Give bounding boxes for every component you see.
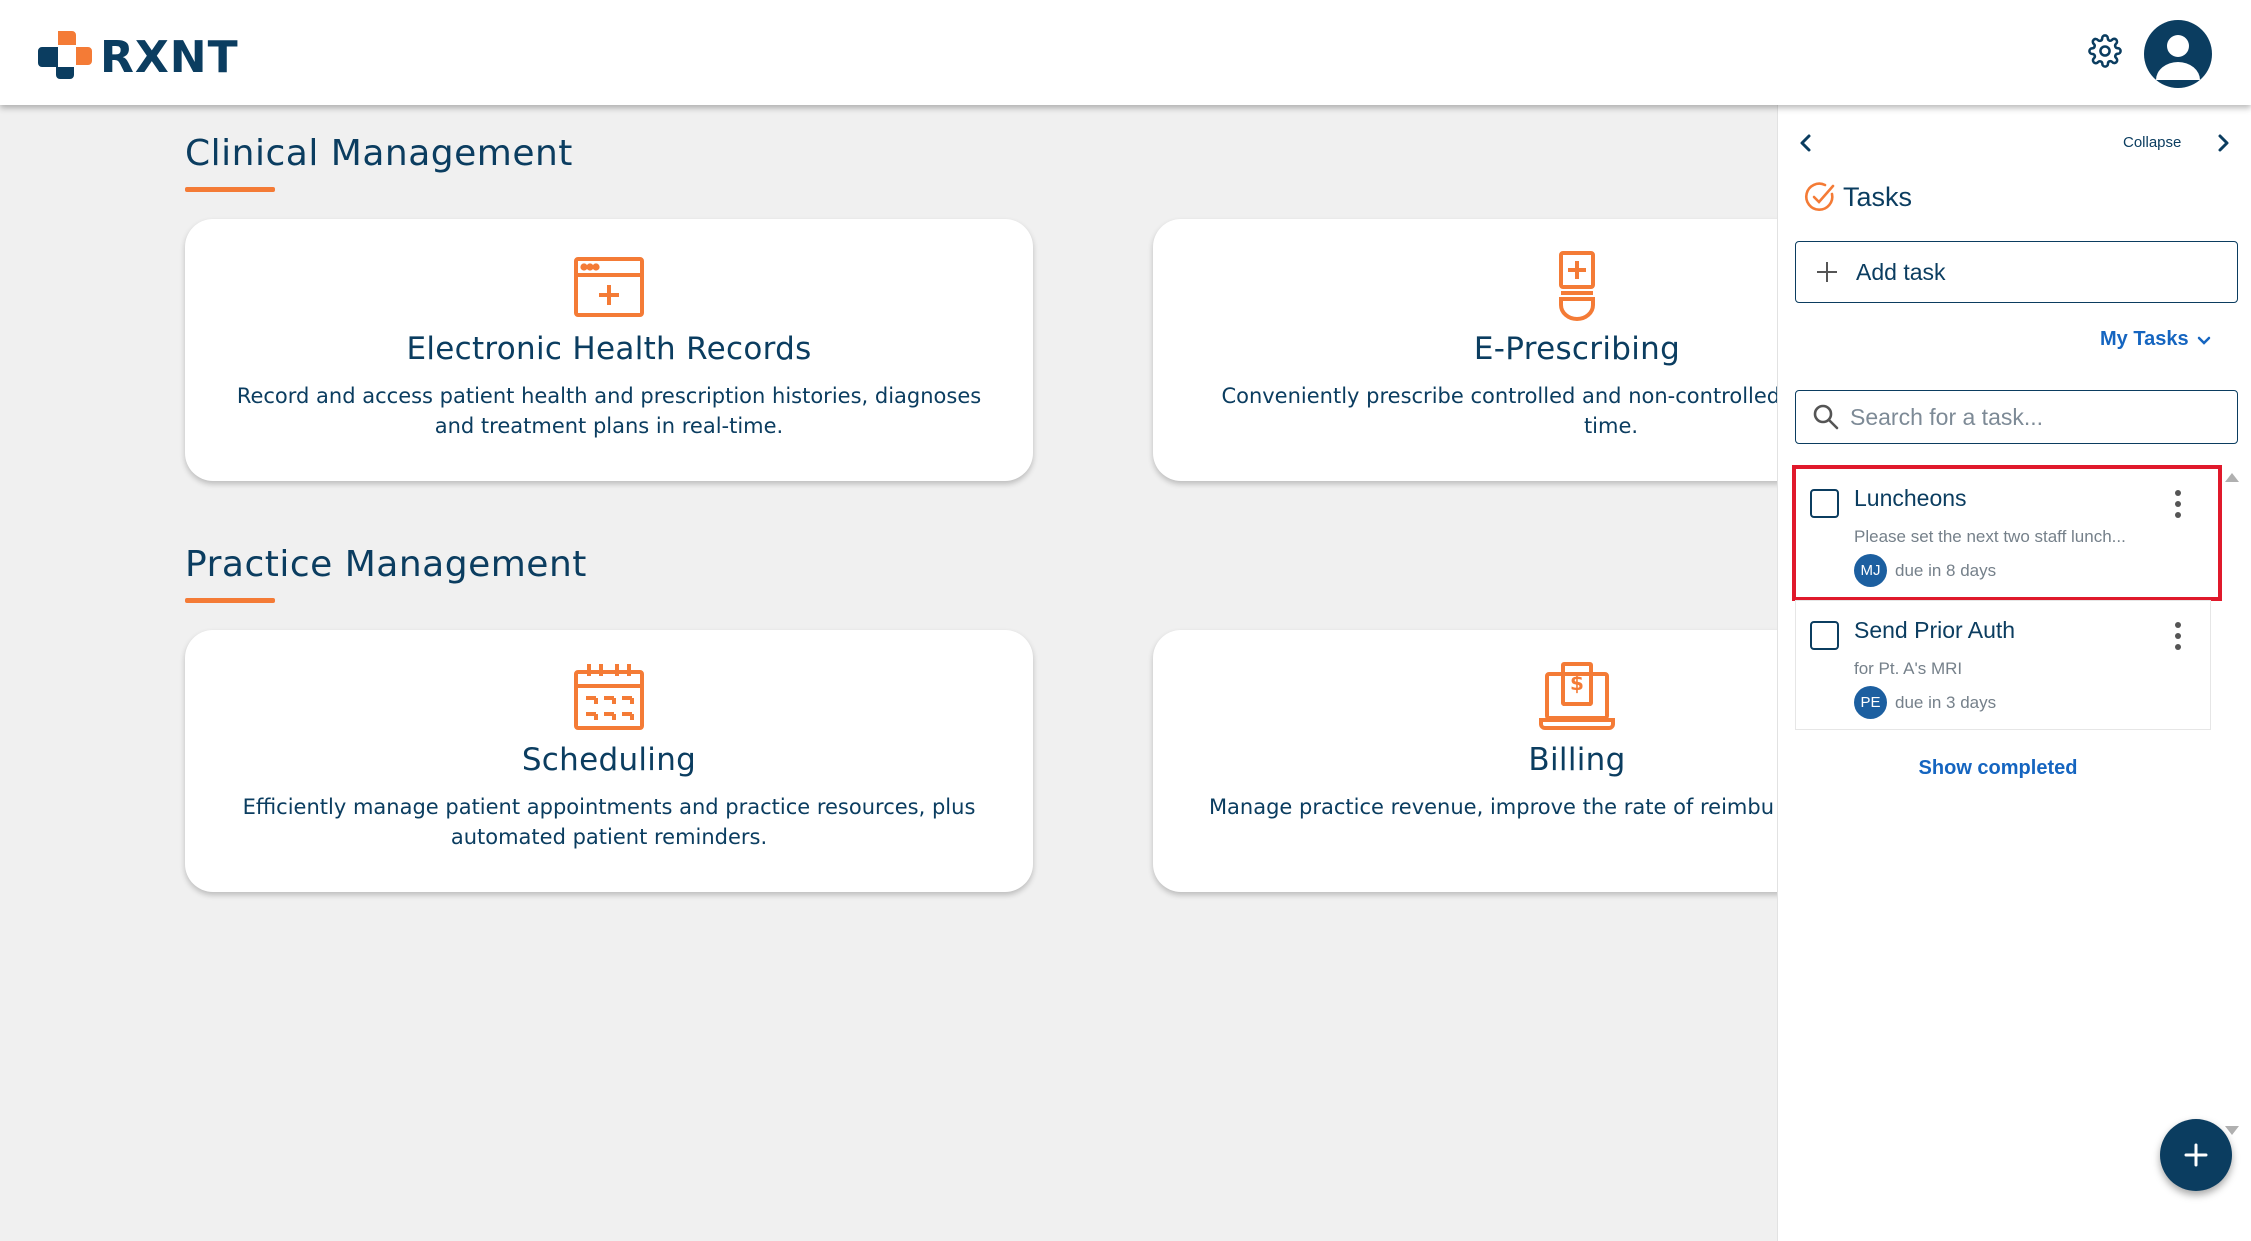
collapse-label[interactable]: Collapse [2123,134,2181,151]
task-due: due in 8 days [1895,560,1997,580]
chevron-left-icon[interactable] [1794,131,1818,155]
my-tasks-dropdown[interactable]: My Tasks [2100,328,2213,351]
logo-text: RXNT [100,31,239,83]
task-meta: PE due in 3 days [1854,686,1996,719]
gear-icon[interactable] [2088,34,2122,68]
section-title-practice: Practice Management [185,544,587,585]
task-item-send-prior-auth[interactable]: Send Prior Auth for Pt. A's MRI PE due i… [1795,600,2211,730]
tasks-title: Tasks [1843,181,1913,212]
search-input[interactable] [1850,403,2230,431]
card-scheduling[interactable]: Scheduling Efficiently manage patient ap… [185,630,1033,892]
show-completed-link[interactable]: Show completed [1778,757,2218,780]
logo-cross-icon [38,31,92,79]
plus-icon [2184,1143,2208,1167]
section-title-clinical: Clinical Management [185,133,573,174]
task-meta: MJ due in 8 days [1854,554,1996,587]
assignee-badge: MJ [1854,554,1887,587]
add-fab-button[interactable] [2160,1119,2232,1191]
assignee-badge: PE [1854,686,1887,719]
health-record-icon [574,257,644,317]
calendar-icon [574,664,644,730]
chevron-right-icon[interactable] [2211,131,2235,155]
plus-icon [1817,262,1837,282]
user-avatar-icon[interactable] [2144,20,2212,88]
card-description: Efficiently manage patient appointments … [242,795,976,849]
tasks-panel: Collapse Tasks Add task My Tasks Luncheo… [1777,105,2251,1241]
app-header: RXNT [0,0,2251,105]
task-checkbox[interactable] [1810,489,1839,518]
svg-text:$: $ [1570,671,1584,695]
section-underline [185,598,275,603]
task-description: Please set the next two staff lunch... [1854,527,2126,546]
rxnt-logo[interactable]: RXNT [36,27,239,83]
card-description: Record and access patient health and pre… [236,384,982,438]
task-title: Send Prior Auth [1854,617,2016,643]
task-due: due in 3 days [1895,692,1997,712]
more-vert-icon[interactable] [2170,619,2186,653]
chevron-down-icon [2197,336,2210,345]
task-list: Luncheons Please set the next two staff … [1792,465,2222,730]
task-search-field[interactable] [1795,390,2238,444]
task-checkbox[interactable] [1810,621,1839,650]
section-underline [185,187,275,192]
card-title: Electronic Health Records [406,331,812,367]
card-title: Scheduling [521,742,697,778]
scroll-up-arrow-icon[interactable] [2225,473,2239,482]
scroll-down-arrow-icon[interactable] [2225,1126,2239,1135]
add-task-label: Add task [1856,258,1946,285]
my-tasks-label: My Tasks [2100,328,2189,350]
billing-laptop-icon: $ [1539,662,1615,730]
task-item-luncheons[interactable]: Luncheons Please set the next two staff … [1792,465,2222,601]
more-vert-icon[interactable] [2170,487,2186,521]
add-task-button[interactable]: Add task [1795,241,2238,303]
search-icon [1813,404,1839,430]
task-check-circle-icon [1804,182,1835,211]
card-electronic-health-records[interactable]: Electronic Health Records Record and acc… [185,219,1033,481]
task-description: for Pt. A's MRI [1854,659,1963,678]
prescription-icon [1559,251,1595,321]
tasks-header: Tasks [1803,180,1912,214]
task-title: Luncheons [1854,485,1967,511]
